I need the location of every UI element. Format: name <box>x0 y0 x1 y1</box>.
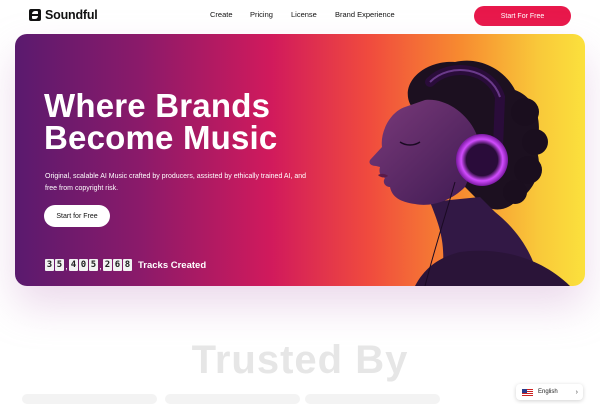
counter-digit: 5 <box>89 259 98 271</box>
hero-banner: Where Brands Become Music Original, scal… <box>15 34 585 286</box>
counter-digit: 6 <box>113 259 122 271</box>
hero-subtitle: Original, scalable AI Music crafted by p… <box>45 173 307 192</box>
brand-name: Soundful <box>45 8 98 22</box>
nav-link-license[interactable]: License <box>291 10 317 19</box>
brand-logo[interactable]: Soundful <box>29 8 98 22</box>
us-flag-icon <box>522 388 533 396</box>
hero-title: Where Brands Become Music <box>44 87 324 156</box>
woman-with-headphones-image <box>369 60 570 286</box>
partner-logo-placeholder <box>165 394 300 404</box>
counter-digit: 2 <box>103 259 112 271</box>
counter-digit: 4 <box>69 259 78 271</box>
counter-digit: 5 <box>55 259 64 271</box>
nav-link-create[interactable]: Create <box>210 10 233 19</box>
tracks-counter: 3 5 , 4 0 5 , 2 6 8 Tracks Created <box>45 259 206 271</box>
counter-digit: 3 <box>45 259 54 271</box>
language-label: English <box>538 389 558 395</box>
nav-link-brand-experience[interactable]: Brand Experience <box>335 10 395 19</box>
partner-logo-placeholder <box>305 394 440 404</box>
counter-digit: 0 <box>79 259 88 271</box>
trusted-by-heading: Trusted By <box>191 338 409 382</box>
chevron-right-icon: › <box>575 388 578 396</box>
nav-link-pricing[interactable]: Pricing <box>250 10 273 19</box>
language-selector[interactable]: English › <box>516 384 583 400</box>
counter-label: Tracks Created <box>138 259 207 271</box>
start-for-free-button[interactable]: Start For Free <box>474 6 571 26</box>
soundful-logo-icon <box>29 9 41 21</box>
counter-separator: , <box>65 261 68 271</box>
hero-start-for-free-button[interactable]: Start for Free <box>44 205 110 227</box>
top-navigation: Soundful Create Pricing License Brand Ex… <box>0 0 600 32</box>
counter-separator: , <box>99 261 102 271</box>
partner-logo-placeholder <box>22 394 157 404</box>
counter-digit: 8 <box>123 259 132 271</box>
hero-title-line-1: Where Brands <box>44 87 271 124</box>
hero-title-line-2: Become Music <box>44 119 278 156</box>
